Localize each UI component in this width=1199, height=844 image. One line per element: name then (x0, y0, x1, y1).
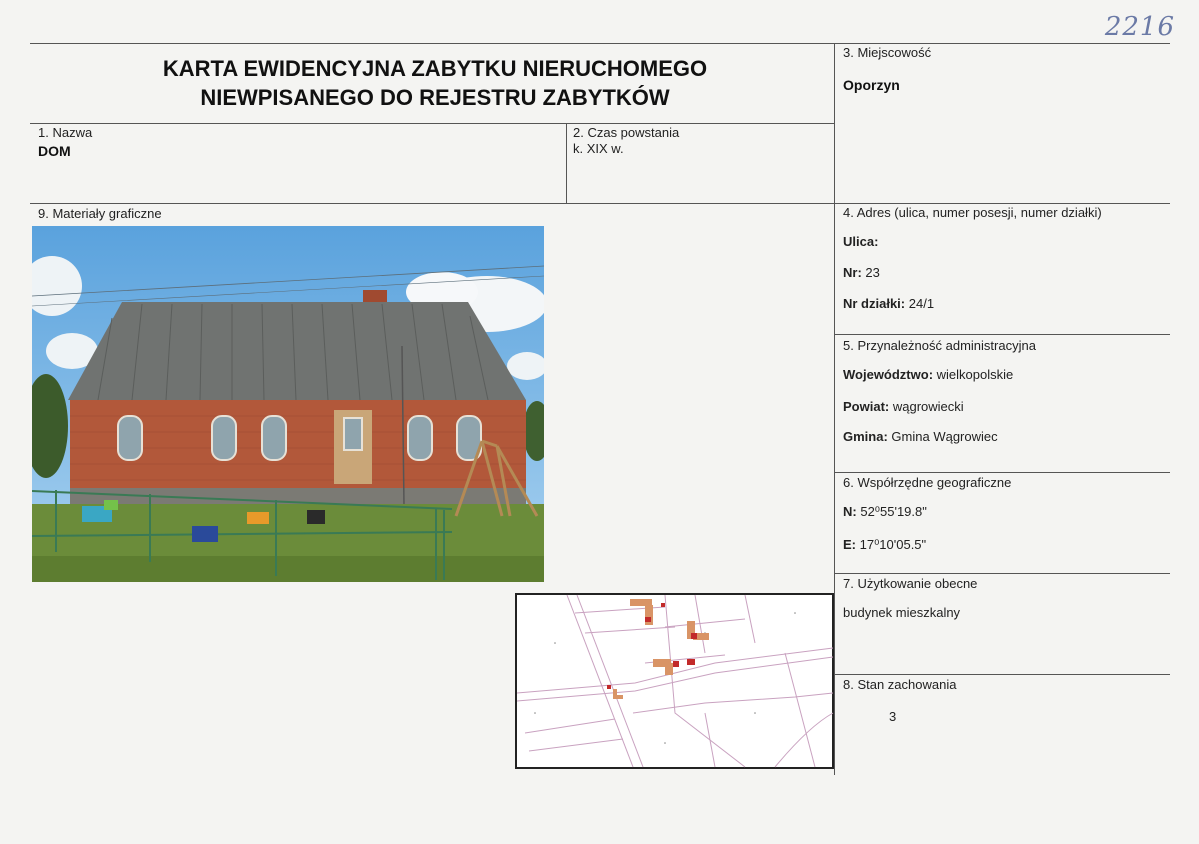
adres-label: 4. Adres (ulica, numer posesji, numer dz… (843, 205, 1102, 220)
nr-value: 23 (865, 265, 880, 280)
administracja-label: 5. Przynależność administracyjna (843, 338, 1036, 353)
miejscowosc-label: 3. Miejscowość (843, 45, 932, 60)
wspolrzedne-label: 6. Współrzędne geograficzne (843, 475, 1012, 490)
ulica-row: Ulica: (843, 234, 878, 249)
dzialka-row: Nr działki: 24/1 (843, 296, 934, 311)
materialy-label: 9. Materiały graficzne (38, 206, 162, 221)
nr-row: Nr: 23 (843, 265, 880, 280)
longitude-row: E: 17⁰10'05.5" (843, 537, 926, 553)
uzytkowanie-value: budynek mieszkalny (843, 605, 961, 620)
latitude-row: N: 52⁰55'19.8" (843, 504, 927, 520)
archive-number-stamp: 2216 (1104, 12, 1175, 42)
row-divider-title (30, 123, 834, 124)
row-divider-coords (834, 472, 1170, 473)
wojewodztwo-value: wielkopolskie (936, 367, 1014, 382)
row-divider-state (834, 674, 1170, 675)
powiat-row: Powiat: wągrowiecki (843, 399, 964, 414)
dzialka-value: 24/1 (908, 296, 935, 311)
dzialka-key: Nr działki: (843, 296, 906, 311)
wojewodztwo-key: Województwo: (843, 367, 934, 382)
house-photo (32, 226, 544, 582)
nazwa-value: DOM (38, 143, 71, 159)
title-line-1: KARTA EWIDENCYJNA ZABYTKU NIERUCHOMEGO (162, 56, 708, 81)
czas-value: k. XIX w. (573, 141, 624, 156)
ulica-key: Ulica: (843, 234, 879, 249)
gmina-row: Gmina: Gmina Wągrowiec (843, 429, 998, 444)
longitude-value: 17⁰10'05.5" (859, 537, 927, 552)
gmina-value: Gmina Wągrowiec (891, 429, 998, 444)
stan-label: 8. Stan zachowania (843, 677, 957, 692)
miejscowosc-value: Oporzyn (843, 77, 900, 93)
row-divider-materials (30, 203, 1170, 204)
longitude-key: E: (843, 537, 856, 552)
col-divider-name-date (566, 123, 567, 203)
wojewodztwo-row: Województwo: wielkopolskie (843, 367, 1013, 382)
table-top-border (30, 43, 1170, 44)
col-divider-right (834, 43, 835, 775)
gmina-key: Gmina: (843, 429, 888, 444)
czas-label: 2. Czas powstania (573, 125, 680, 140)
document-title: KARTA EWIDENCYJNA ZABYTKU NIERUCHOMEGO N… (60, 54, 810, 112)
nazwa-label: 1. Nazwa (38, 125, 93, 140)
latitude-key: N: (843, 504, 857, 519)
powiat-value: wągrowiecki (892, 399, 964, 414)
uzytkowanie-label: 7. Użytkowanie obecne (843, 576, 978, 591)
row-divider-usage (834, 573, 1170, 574)
title-line-2: NIEWPISANEGO DO REJESTRU ZABYTKÓW (200, 85, 670, 110)
stan-value: 3 (889, 709, 897, 724)
powiat-key: Powiat: (843, 399, 890, 414)
cadastral-map (515, 593, 834, 769)
nr-key: Nr: (843, 265, 862, 280)
row-divider-admin (834, 334, 1170, 335)
latitude-value: 52⁰55'19.8" (860, 504, 927, 519)
